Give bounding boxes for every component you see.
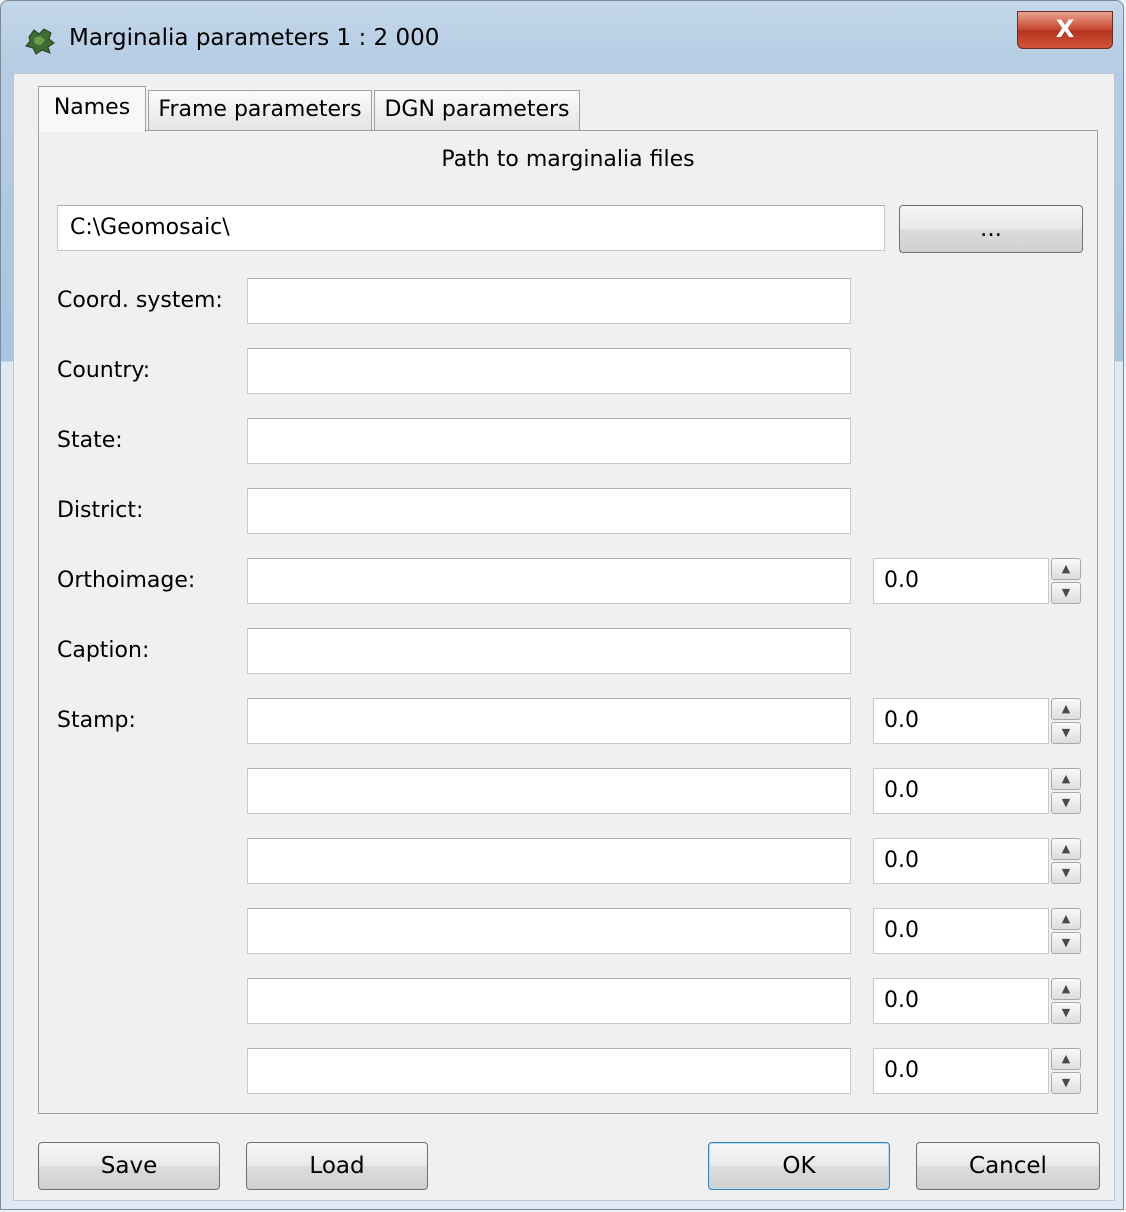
close-icon: X — [1055, 15, 1075, 43]
ok-button[interactable]: OK — [708, 1142, 890, 1190]
field-input[interactable] — [247, 558, 851, 604]
cancel-button[interactable]: Cancel — [916, 1142, 1100, 1190]
field-label: Stamp: — [57, 708, 136, 733]
spin-value-input[interactable]: 0.0 — [873, 1048, 1049, 1094]
spin-up-arrow-icon[interactable]: ▲ — [1051, 908, 1081, 930]
spin-up-arrow-icon[interactable]: ▲ — [1051, 978, 1081, 1000]
field-input[interactable] — [247, 278, 851, 324]
tab-names[interactable]: Names — [38, 86, 146, 132]
spin-value-input[interactable]: 0.0 — [873, 838, 1049, 884]
field-label: District: — [57, 498, 144, 523]
spin-value-input[interactable]: 0.0 — [873, 768, 1049, 814]
field-input[interactable] — [247, 768, 851, 814]
spinner-buttons: ▲ ▼ — [1051, 1048, 1081, 1094]
spinner-buttons: ▲ ▼ — [1051, 838, 1081, 884]
spin-down-arrow-icon[interactable]: ▼ — [1051, 792, 1081, 814]
spin-down-arrow-icon[interactable]: ▼ — [1051, 932, 1081, 954]
spin-value-input[interactable]: 0.0 — [873, 978, 1049, 1024]
field-label: Orthoimage: — [57, 568, 196, 593]
spin-down-arrow-icon[interactable]: ▼ — [1051, 862, 1081, 884]
browse-button[interactable]: ... — [899, 205, 1083, 253]
title-bar[interactable]: Marginalia parameters 1 : 2 000 X — [1, 1, 1123, 77]
field-input[interactable] — [247, 838, 851, 884]
field-input[interactable] — [247, 348, 851, 394]
tab-frame-parameters[interactable]: Frame parameters — [148, 90, 372, 130]
spinner-buttons: ▲ ▼ — [1051, 558, 1081, 604]
tab-label: DGN parameters — [384, 97, 570, 122]
spin-down-arrow-icon[interactable]: ▼ — [1051, 1002, 1081, 1024]
tab-dgn-parameters[interactable]: DGN parameters — [374, 90, 580, 130]
dialog-window: Marginalia parameters 1 : 2 000 X Names … — [0, 0, 1124, 1210]
spinner-buttons: ▲ ▼ — [1051, 908, 1081, 954]
spin-value-input[interactable]: 0.0 — [873, 698, 1049, 744]
field-label: State: — [57, 428, 123, 453]
field-label: Country: — [57, 358, 151, 383]
spin-down-arrow-icon[interactable]: ▼ — [1051, 722, 1081, 744]
spinner-buttons: ▲ ▼ — [1051, 978, 1081, 1024]
field-label: Coord. system: — [57, 288, 223, 313]
spinner-buttons: ▲ ▼ — [1051, 698, 1081, 744]
load-button[interactable]: Load — [246, 1142, 428, 1190]
field-input[interactable] — [247, 908, 851, 954]
field-input[interactable] — [247, 1048, 851, 1094]
window-title: Marginalia parameters 1 : 2 000 — [69, 25, 440, 51]
spin-down-arrow-icon[interactable]: ▼ — [1051, 1072, 1081, 1094]
field-input[interactable] — [247, 488, 851, 534]
tab-label: Names — [53, 95, 131, 120]
spin-value-input[interactable]: 0.0 — [873, 558, 1049, 604]
spin-up-arrow-icon[interactable]: ▲ — [1051, 1048, 1081, 1070]
spin-up-arrow-icon[interactable]: ▲ — [1051, 768, 1081, 790]
spin-up-arrow-icon[interactable]: ▲ — [1051, 838, 1081, 860]
spin-value-input[interactable]: 0.0 — [873, 908, 1049, 954]
field-input[interactable] — [247, 698, 851, 744]
spin-up-arrow-icon[interactable]: ▲ — [1051, 558, 1081, 580]
save-button[interactable]: Save — [38, 1142, 220, 1190]
spin-up-arrow-icon[interactable]: ▲ — [1051, 698, 1081, 720]
field-input[interactable] — [247, 418, 851, 464]
field-input[interactable] — [247, 628, 851, 674]
spinner-buttons: ▲ ▼ — [1051, 768, 1081, 814]
tab-label: Frame parameters — [158, 97, 362, 122]
field-input[interactable] — [247, 978, 851, 1024]
field-label: Caption: — [57, 638, 150, 663]
spin-down-arrow-icon[interactable]: ▼ — [1051, 582, 1081, 604]
path-input[interactable]: C:\Geomosaic\ — [57, 205, 885, 251]
dialog-client-area: Names Frame parameters DGN parameters Pa… — [13, 73, 1115, 1201]
path-section-title: Path to marginalia files — [441, 147, 695, 172]
names-tab-panel: Path to marginalia files C:\Geomosaic\ .… — [38, 130, 1098, 1114]
close-button[interactable]: X — [1017, 11, 1113, 49]
map-fragment-icon — [25, 28, 55, 55]
